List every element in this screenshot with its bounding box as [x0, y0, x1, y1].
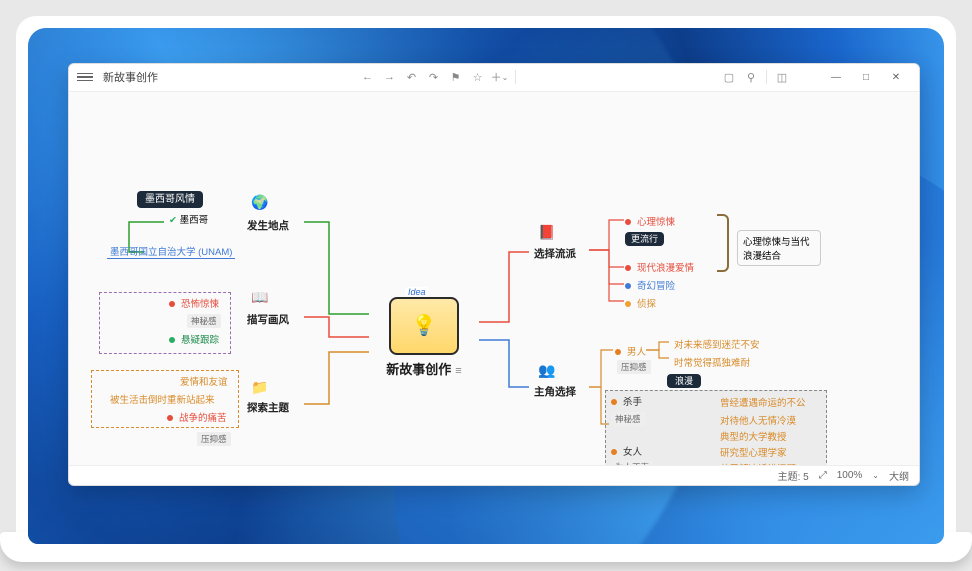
node-bounce-back[interactable]: 被生活击倒时重新站起来	[107, 392, 218, 406]
node-psych-thriller[interactable]: 心理惊悚	[625, 214, 678, 228]
node-man-r2[interactable]: 时常觉得孤独难耐	[671, 354, 753, 370]
branch-theme-label[interactable]: 探索主题	[247, 400, 289, 415]
add-button[interactable]: ＋⌄	[490, 67, 510, 87]
window-close[interactable]: ✕	[881, 63, 911, 91]
globe-icon: 🌍	[247, 192, 273, 214]
branch-style-label[interactable]: 描写画风	[247, 312, 289, 327]
notebook-icon: 📕	[534, 222, 560, 244]
statusbar: 主题: 5 ⤢ 100% ⌄ 大纲	[69, 465, 919, 485]
book-icon: 📖	[247, 287, 273, 309]
node-man[interactable]: 男人	[615, 344, 649, 358]
notes-icon[interactable]: ≡	[455, 365, 461, 377]
node-suspense[interactable]: 悬疑跟踪	[169, 332, 222, 346]
zoom-fit-icon[interactable]: ⤢	[819, 470, 827, 481]
screen-button[interactable]: ⚲	[741, 67, 761, 87]
node-unam-link[interactable]: 墨西哥国立自治大学 (UNAM)	[107, 244, 235, 259]
window-minimize[interactable]: —	[821, 63, 851, 91]
branch-genre-label[interactable]: 选择流派	[534, 246, 576, 261]
window-maximize[interactable]: □	[851, 63, 881, 91]
status-topics: 主题: 5	[778, 468, 809, 483]
node-detective[interactable]: 侦探	[625, 296, 659, 310]
node-love-friendship[interactable]: 爱情和友谊	[177, 374, 231, 388]
undo-button[interactable]: ↶	[402, 67, 422, 87]
tag-mystery[interactable]: 神秘感	[187, 314, 221, 328]
idea-icon: Idea	[389, 297, 459, 355]
branch-genre[interactable]: 📕	[534, 222, 560, 244]
tag-mystery-2[interactable]: 神秘感	[611, 412, 645, 426]
branch-style[interactable]: 📖	[247, 287, 273, 309]
node-romance-chip[interactable]: 浪漫	[667, 374, 701, 387]
app-window: 新故事创作 ← → ↶ ↷ ⚑ ☆ ＋⌄ ▢ ⚲ ◫ — □ ✕	[68, 63, 920, 486]
panels-button[interactable]: ◫	[772, 67, 792, 87]
node-woman[interactable]: 女人	[611, 444, 645, 458]
zoom-level[interactable]: 100%	[837, 470, 863, 481]
node-more-popular[interactable]: 更流行	[625, 232, 664, 245]
present-button[interactable]: ▢	[719, 67, 739, 87]
node-killer-r[interactable]: 曾经遭遇命运的不公	[717, 394, 809, 410]
node-man-r1[interactable]: 对未来感到迷茫不安	[671, 336, 763, 352]
branch-theme[interactable]: 📁	[247, 377, 273, 399]
brace-summary[interactable]: 心理惊悚与当代浪漫结合	[737, 230, 821, 266]
mindmap-canvas[interactable]: Idea 新故事创作 ≡ 🌍 发生地点 墨西哥风情 ✔ 墨西哥 墨西哥国立自治大学…	[69, 92, 919, 465]
node-killer[interactable]: 杀手	[611, 394, 645, 408]
folder-icon: 📁	[247, 377, 273, 399]
central-title: 新故事创作	[386, 362, 451, 377]
tag-oppression-man[interactable]: 压抑感	[617, 360, 651, 374]
node-mexico-check[interactable]: ✔ 墨西哥	[169, 212, 208, 226]
node-war-pain[interactable]: 战争的痛苦	[167, 410, 230, 424]
node-lawsuit-r[interactable]: 善于解决诉讼问题	[717, 460, 799, 465]
outline-toggle[interactable]: 大纲	[889, 468, 909, 483]
redo-button[interactable]: ↷	[424, 67, 444, 87]
branch-protagonist-label[interactable]: 主角选择	[534, 384, 576, 399]
node-modern-romance[interactable]: 现代浪漫爱情	[625, 260, 697, 274]
hamburger-menu-icon[interactable]	[77, 73, 93, 82]
window-title: 新故事创作	[103, 69, 158, 85]
nav-forward-button[interactable]: →	[380, 67, 400, 87]
nav-back-button[interactable]: ←	[358, 67, 378, 87]
tag-oppression-left[interactable]: 压抑感	[197, 432, 231, 446]
star-button[interactable]: ☆	[468, 67, 488, 87]
tag-upright[interactable]: 为人正直	[611, 460, 653, 465]
node-horror[interactable]: 恐怖惊悚	[169, 296, 222, 310]
flag-button[interactable]: ⚑	[446, 67, 466, 87]
central-topic[interactable]: Idea 新故事创作 ≡	[369, 297, 479, 379]
branch-location[interactable]: 🌍	[247, 192, 273, 214]
titlebar: 新故事创作 ← → ↶ ↷ ⚑ ☆ ＋⌄ ▢ ⚲ ◫ — □ ✕	[69, 64, 919, 92]
branch-protagonist[interactable]: 👥	[534, 360, 560, 382]
node-mexico-chip[interactable]: 墨西哥风情	[137, 190, 203, 205]
people-icon: 👥	[534, 360, 560, 382]
node-fantasy[interactable]: 奇幻冒险	[625, 278, 678, 292]
node-professor-r[interactable]: 典型的大学教授	[717, 428, 790, 444]
brace-bracket	[717, 214, 729, 272]
node-cold-r[interactable]: 对待他人无情冷漠	[717, 412, 799, 428]
branch-location-label[interactable]: 发生地点	[247, 218, 289, 233]
node-psychologist-r[interactable]: 研究型心理学家	[717, 444, 790, 460]
